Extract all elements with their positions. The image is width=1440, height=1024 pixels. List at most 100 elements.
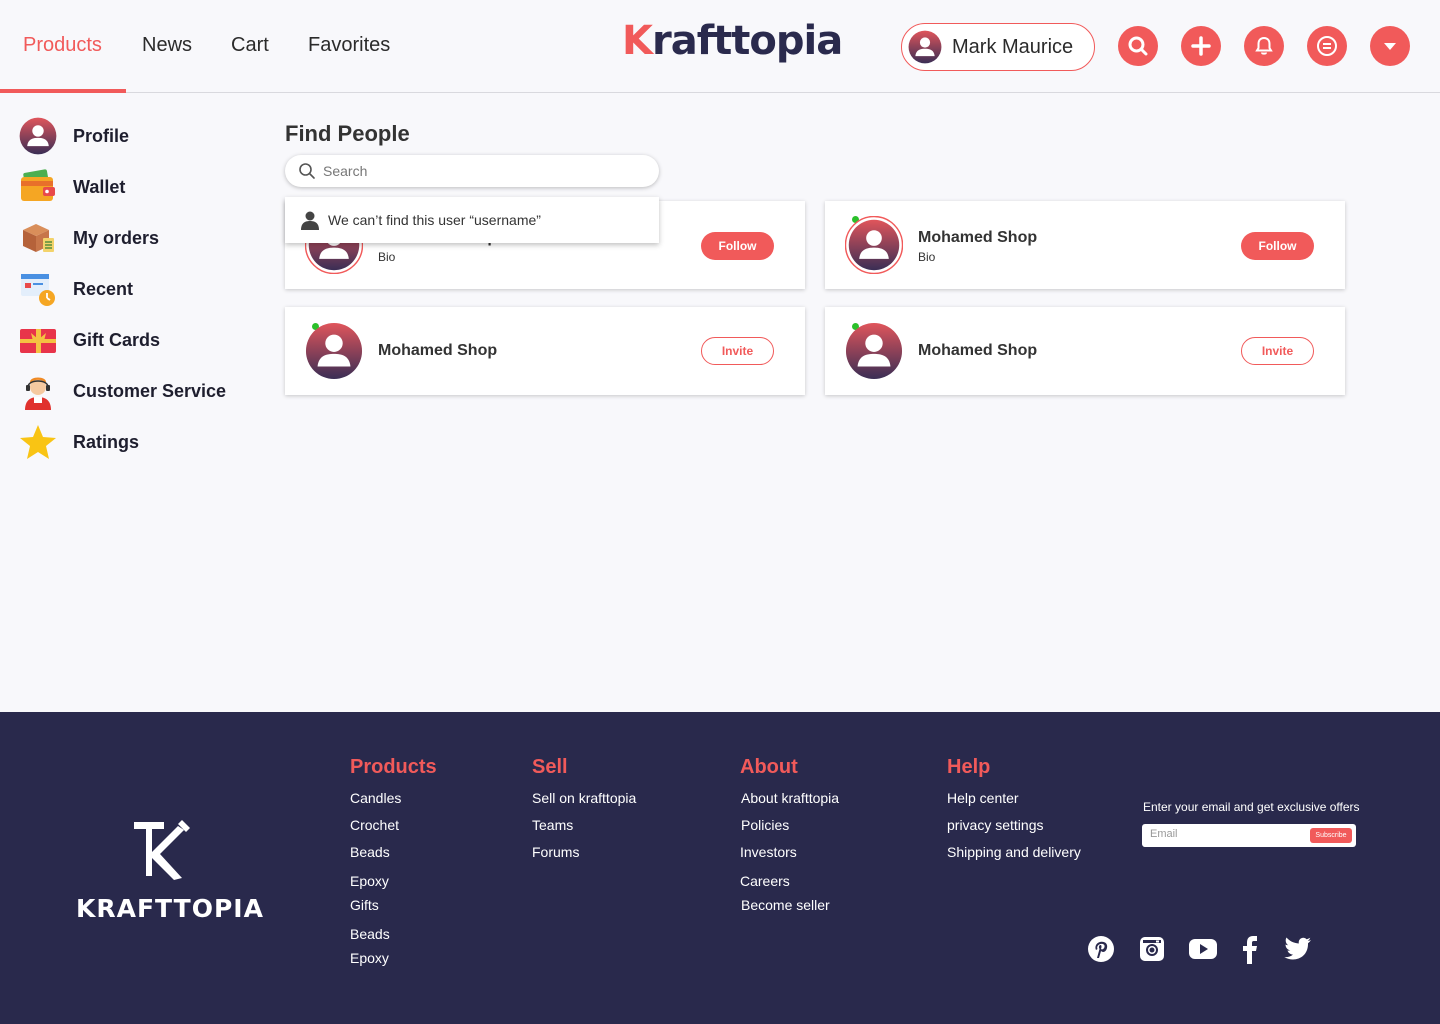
newsletter-text: Enter your email and get exclusive offer… bbox=[1143, 800, 1360, 814]
header: Products News Cart Favorites Krafttopia … bbox=[0, 0, 1440, 93]
footer-link[interactable]: Forums bbox=[532, 844, 579, 860]
footer-link[interactable]: Policies bbox=[741, 817, 789, 833]
user-avatar bbox=[908, 30, 942, 64]
footer-about-title: About bbox=[740, 756, 798, 778]
search-input[interactable] bbox=[323, 163, 623, 179]
pinterest-link[interactable] bbox=[1086, 934, 1116, 964]
pinterest-icon bbox=[1088, 936, 1114, 962]
sidebar-item-profile[interactable]: Profile bbox=[18, 116, 129, 156]
sidebar-item-label: Wallet bbox=[73, 176, 126, 197]
active-nav-indicator bbox=[0, 89, 126, 93]
footer-link[interactable]: Investors bbox=[740, 844, 797, 860]
chat-icon bbox=[1317, 36, 1337, 56]
search-icon bbox=[1128, 36, 1148, 56]
footer-sell-title: Sell bbox=[532, 756, 568, 778]
nav-products[interactable]: Products bbox=[23, 34, 102, 57]
sidebar-item-my-orders[interactable]: My orders bbox=[18, 218, 159, 258]
gift-card-icon bbox=[18, 320, 58, 360]
footer-link[interactable]: Gifts bbox=[350, 897, 379, 913]
footer-link[interactable]: Epoxy bbox=[350, 950, 389, 966]
facebook-link[interactable] bbox=[1235, 934, 1265, 964]
search-icon bbox=[299, 163, 315, 179]
person-name[interactable]: Mohamed Shop bbox=[918, 342, 1037, 360]
sidebar-item-customer-service[interactable]: Customer Service bbox=[18, 371, 226, 411]
person-avatar[interactable] bbox=[305, 322, 363, 380]
page-title: Find People bbox=[285, 121, 410, 146]
person-card: Mohamed Shop Bio Follow bbox=[825, 201, 1345, 289]
user-icon bbox=[301, 211, 319, 230]
user-menu-button[interactable]: Mark Maurice bbox=[901, 23, 1095, 71]
messages-button[interactable] bbox=[1307, 26, 1347, 66]
footer-link[interactable]: Become seller bbox=[741, 897, 830, 913]
footer-link[interactable]: privacy settings bbox=[947, 817, 1043, 833]
person-card: Mohamed Shop Invite bbox=[285, 307, 805, 395]
person-name[interactable]: Mohamed Shop bbox=[378, 342, 497, 360]
nav-news[interactable]: News bbox=[142, 34, 192, 57]
footer-products-title: Products bbox=[350, 756, 437, 778]
footer-link[interactable]: Candles bbox=[350, 790, 401, 806]
invite-button[interactable]: Invite bbox=[701, 337, 774, 365]
sidebar-item-gift-cards[interactable]: Gift Cards bbox=[18, 320, 160, 360]
invite-button[interactable]: Invite bbox=[1241, 337, 1314, 365]
star-icon bbox=[18, 422, 58, 462]
person-bio: Bio bbox=[378, 250, 396, 264]
subscribe-button[interactable]: Subscribe bbox=[1310, 828, 1352, 843]
support-agent-icon bbox=[18, 371, 58, 411]
nav-favorites[interactable]: Favorites bbox=[308, 34, 390, 57]
sidebar-item-label: Customer Service bbox=[73, 380, 227, 401]
sidebar-item-label: My orders bbox=[73, 227, 160, 248]
plus-icon bbox=[1191, 36, 1211, 56]
person-avatar[interactable] bbox=[845, 216, 903, 274]
sidebar-item-label: Recent bbox=[73, 278, 134, 299]
footer-link[interactable]: Teams bbox=[532, 817, 573, 833]
footer-link[interactable]: Sell on krafttopia bbox=[532, 790, 636, 806]
sidebar-item-wallet[interactable]: Wallet bbox=[18, 167, 125, 207]
footer-link[interactable]: Crochet bbox=[350, 817, 399, 833]
person-card: Mohamed Shop Invite bbox=[825, 307, 1345, 395]
footer-link[interactable]: Shipping and delivery bbox=[947, 844, 1081, 860]
youtube-icon bbox=[1189, 939, 1217, 959]
search-button[interactable] bbox=[1118, 26, 1158, 66]
follow-button[interactable]: Follow bbox=[701, 232, 774, 260]
wallet-icon bbox=[18, 167, 58, 207]
search-results-dropdown: We can’t find this user “username” bbox=[285, 197, 659, 243]
footer-link[interactable]: Help center bbox=[947, 790, 1019, 806]
user-name: Mark Maurice bbox=[952, 35, 1074, 58]
recent-icon bbox=[18, 269, 58, 309]
person-bio: Bio bbox=[918, 250, 936, 264]
search-box[interactable] bbox=[285, 155, 659, 187]
newsletter-email-input[interactable] bbox=[1150, 828, 1300, 840]
hammer-k-logo-icon bbox=[134, 820, 190, 880]
sidebar-item-recent[interactable]: Recent bbox=[18, 269, 133, 309]
instagram-link[interactable] bbox=[1137, 934, 1167, 964]
footer-link[interactable]: Beads bbox=[350, 844, 390, 860]
footer-link[interactable]: About krafttopia bbox=[741, 790, 839, 806]
box-icon bbox=[18, 218, 58, 258]
person-avatar[interactable] bbox=[845, 322, 903, 380]
sidebar-item-ratings[interactable]: Ratings bbox=[18, 422, 139, 462]
twitter-link[interactable] bbox=[1282, 934, 1312, 964]
instagram-icon bbox=[1140, 937, 1164, 961]
footer-link[interactable]: Beads bbox=[350, 926, 390, 942]
bell-icon bbox=[1255, 36, 1273, 55]
sidebar-item-label: Ratings bbox=[73, 431, 140, 452]
brand-logo[interactable]: Krafttopia bbox=[622, 18, 843, 64]
sidebar-item-label: Profile bbox=[73, 125, 130, 146]
footer: KRAFTTOPIA Products Candles Crochet Bead… bbox=[0, 712, 1440, 1024]
footer-help-title: Help bbox=[947, 756, 991, 778]
footer-logo[interactable]: KRAFTTOPIA bbox=[76, 818, 263, 923]
youtube-link[interactable] bbox=[1188, 934, 1218, 964]
twitter-icon bbox=[1284, 937, 1311, 960]
footer-brand-name: KRAFTTOPIA bbox=[76, 894, 264, 923]
notifications-button[interactable] bbox=[1244, 26, 1284, 66]
more-menu-button[interactable] bbox=[1370, 26, 1410, 66]
person-name[interactable]: Mohamed Shop bbox=[918, 229, 1037, 247]
footer-link[interactable]: Careers bbox=[740, 873, 790, 889]
follow-button[interactable]: Follow bbox=[1241, 232, 1314, 260]
profile-icon bbox=[18, 116, 58, 156]
footer-link[interactable]: Epoxy bbox=[350, 873, 389, 889]
no-results-message: We can’t find this user “username” bbox=[328, 212, 541, 228]
nav-cart[interactable]: Cart bbox=[231, 34, 269, 57]
facebook-icon bbox=[1243, 936, 1257, 964]
add-button[interactable] bbox=[1181, 26, 1221, 66]
